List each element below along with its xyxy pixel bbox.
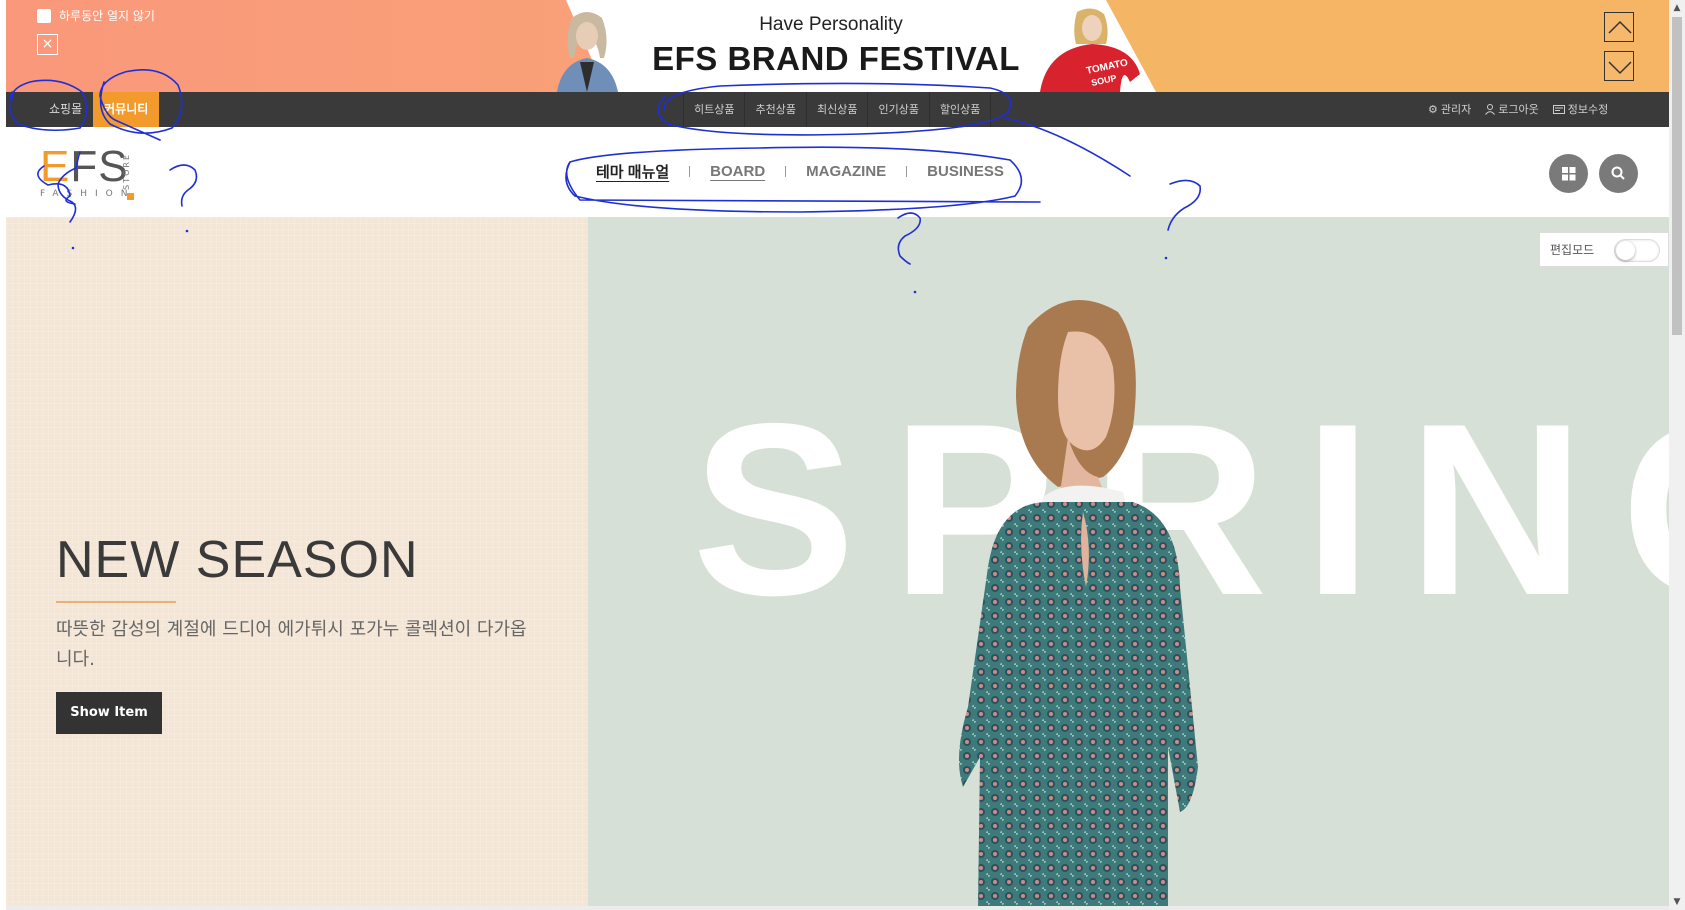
promo-next-button[interactable] <box>1604 51 1634 81</box>
search-button[interactable] <box>1599 154 1638 193</box>
scroll-up-arrow-icon[interactable]: ▲ <box>1669 0 1685 16</box>
top-nav-bar: 쇼핑몰 커뮤니티 히트상품 추천상품 최신상품 인기상품 할인상품 ⚙ 관리자 … <box>6 92 1669 127</box>
scroll-down-arrow-icon[interactable]: ▼ <box>1669 894 1685 910</box>
hero-description: 따뜻한 감성의 계절에 드디어 에가튀시 포가누 콜렉션이 다가옵니다. <box>56 619 527 670</box>
chevron-down-icon <box>1608 61 1632 75</box>
menu-divider <box>689 166 691 177</box>
admin-link-label: 관리자 <box>1440 103 1472 116</box>
site-tabs: 쇼핑몰 커뮤니티 <box>38 92 160 127</box>
card-icon <box>1552 105 1565 114</box>
show-item-button[interactable]: Show Item <box>56 692 162 734</box>
logout-link-label: 로그아웃 <box>1498 103 1539 116</box>
page-viewport: TOMATO SOUP Have Personality EFS BRAND F… <box>6 0 1669 910</box>
edit-info-link-label: 정보수정 <box>1567 103 1609 116</box>
switch-knob <box>1616 241 1635 260</box>
site-header: EFS FASHION STORE 테마 매뉴얼 BOARD MAGAZINE … <box>6 127 1669 217</box>
promo-banner[interactable]: TOMATO SOUP Have Personality EFS BRAND F… <box>6 0 1669 92</box>
main-menu: 테마 매뉴얼 BOARD MAGAZINE BUSINESS <box>596 161 1004 182</box>
menu-divider <box>785 166 787 177</box>
nav-new-products[interactable]: 최신상품 <box>805 92 867 127</box>
logout-link[interactable]: 로그아웃 <box>1485 92 1539 127</box>
dont-show-today-label: 하루동안 열지 않기 <box>59 9 155 23</box>
promo-model-right-image: TOMATO SOUP <box>1040 8 1140 92</box>
page-bottom-edge <box>6 906 1669 910</box>
promo-prev-button[interactable] <box>1604 12 1634 42</box>
tab-community[interactable]: 커뮤니티 <box>93 92 160 127</box>
promo-subtitle: Have Personality <box>759 14 903 35</box>
user-utility-links: ⚙ 관리자 로그아웃 정보수정 <box>1428 92 1608 127</box>
chevron-up-icon <box>1608 20 1632 34</box>
nav-hit-products[interactable]: 히트상품 <box>683 92 744 127</box>
hero-text-panel: NEW SEASON 따뜻한 감성의 계절에 드디어 에가튀시 포가누 콜렉션이… <box>6 217 588 910</box>
search-icon <box>1611 166 1625 180</box>
hero-title: NEW SEASON <box>56 531 419 589</box>
nav-recommended-products[interactable]: 추천상품 <box>744 92 805 127</box>
product-category-nav: 히트상품 추천상품 최신상품 인기상품 할인상품 <box>683 92 992 127</box>
edit-mode-label: 편집모드 <box>1550 243 1595 257</box>
user-icon <box>1485 104 1496 115</box>
menu-business[interactable]: BUSINESS <box>927 163 1004 180</box>
promo-title: EFS BRAND FESTIVAL <box>652 40 1020 77</box>
logo-subtitle: FASHION <box>40 189 136 199</box>
menu-magazine[interactable]: MAGAZINE <box>806 163 886 180</box>
tab-shopping-mall[interactable]: 쇼핑몰 <box>38 92 93 127</box>
grid-icon <box>1562 167 1576 181</box>
dont-show-today-checkbox[interactable]: 하루동안 열지 않기 <box>37 7 155 24</box>
hero-title-underline <box>56 601 176 603</box>
promo-close-button[interactable]: × <box>37 34 58 55</box>
grid-menu-button[interactable] <box>1549 154 1588 193</box>
logo-wordmark: EFS <box>40 142 129 191</box>
hero-model-image <box>959 300 1198 910</box>
nav-sale-products[interactable]: 할인상품 <box>928 92 992 127</box>
hero-image-panel: SPRING <box>588 217 1669 910</box>
scrollbar-thumb[interactable] <box>1672 17 1682 335</box>
menu-divider <box>906 166 908 177</box>
menu-board[interactable]: BOARD <box>710 163 765 180</box>
logo-store-text: STORE <box>122 153 131 190</box>
logo-accent-square <box>127 193 134 200</box>
page-scrollbar[interactable]: ▲ ▼ <box>1669 0 1685 910</box>
checkbox-box[interactable] <box>37 8 51 23</box>
promo-model-left-image <box>557 12 618 92</box>
hero-slider: NEW SEASON 따뜻한 감성의 계절에 드디어 에가튀시 포가누 콜렉션이… <box>6 217 1669 910</box>
gear-icon: ⚙ <box>1428 103 1438 116</box>
site-logo[interactable]: EFS FASHION STORE <box>34 141 144 203</box>
close-icon: × <box>41 36 54 52</box>
edit-mode-toggle[interactable]: 편집모드 <box>1539 232 1669 267</box>
edit-mode-switch[interactable] <box>1614 239 1660 262</box>
nav-popular-products[interactable]: 인기상품 <box>867 92 928 127</box>
edit-info-link[interactable]: 정보수정 <box>1552 92 1609 127</box>
menu-theme-manual[interactable]: 테마 매뉴얼 <box>596 161 669 182</box>
admin-link[interactable]: ⚙ 관리자 <box>1428 92 1471 127</box>
